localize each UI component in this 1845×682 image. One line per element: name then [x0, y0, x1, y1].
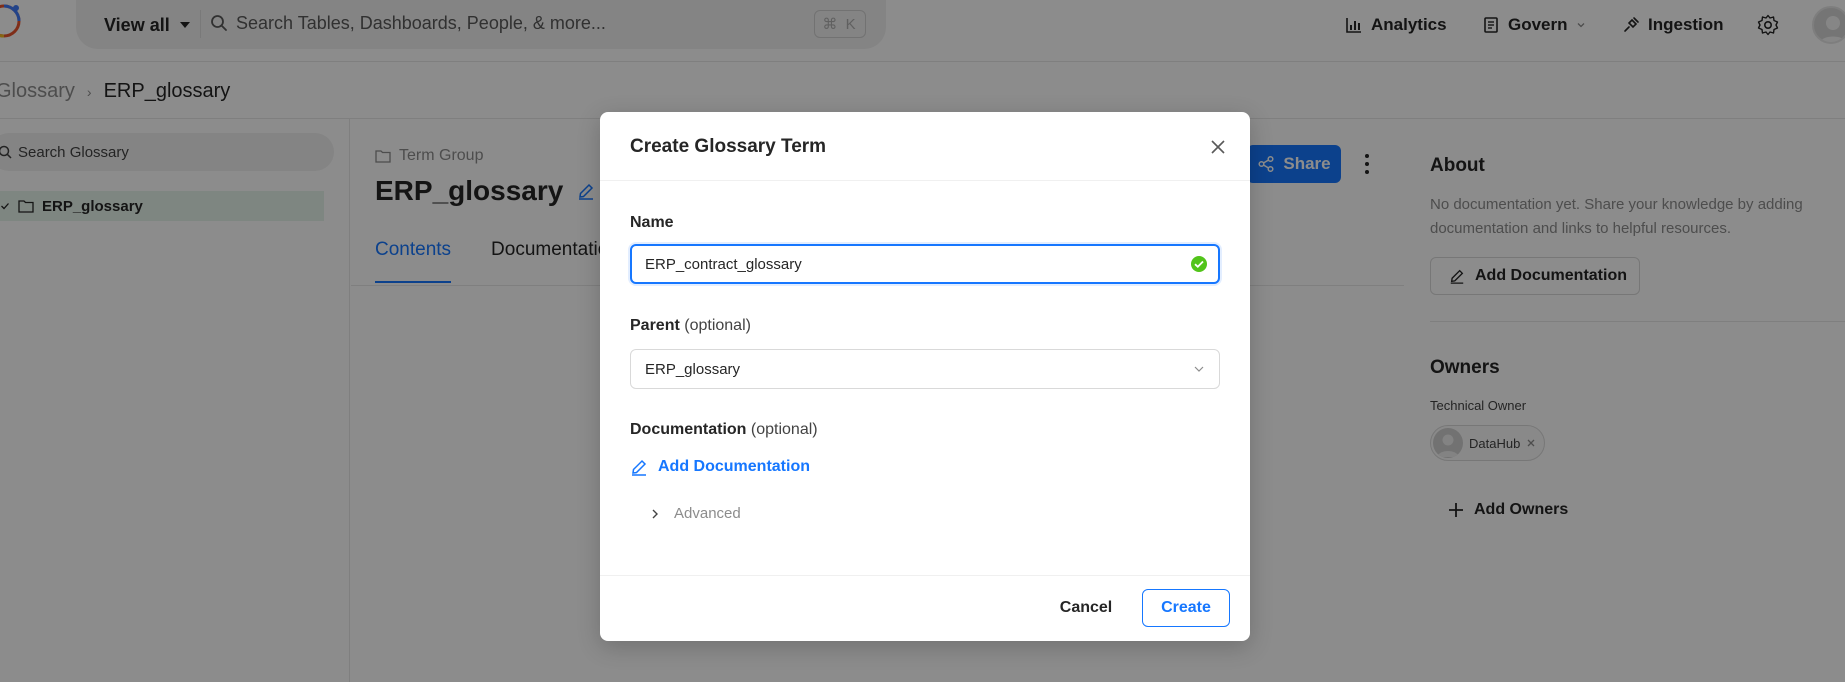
parent-label: Parent (optional) — [630, 317, 751, 335]
add-documentation-link-label: Add Documentation — [658, 458, 810, 475]
parent-label-text: Parent — [630, 317, 680, 334]
divider — [600, 575, 1250, 576]
parent-select[interactable]: ERP_glossary — [630, 349, 1220, 389]
parent-select-value: ERP_glossary — [645, 360, 741, 378]
advanced-label: Advanced — [674, 505, 741, 522]
documentation-label: Documentation (optional) — [630, 421, 818, 439]
documentation-optional: (optional) — [750, 421, 818, 438]
parent-optional: (optional) — [684, 317, 751, 334]
chevron-down-icon — [1194, 366, 1204, 372]
create-glossary-term-modal: Create Glossary Term Name Parent (option… — [600, 112, 1250, 641]
close-icon[interactable] — [1207, 136, 1229, 158]
create-button[interactable]: Create — [1142, 589, 1230, 627]
modal-title: Create Glossary Term — [630, 136, 827, 157]
check-circle-icon — [1191, 256, 1207, 272]
divider — [600, 180, 1250, 181]
name-label: Name — [630, 214, 674, 231]
pencil-icon — [632, 459, 647, 476]
add-documentation-link[interactable]: Add Documentation — [630, 458, 810, 476]
chevron-right-icon — [652, 509, 658, 518]
documentation-label-text: Documentation — [630, 421, 747, 438]
cancel-button[interactable]: Cancel — [1047, 589, 1125, 627]
name-field[interactable] — [630, 244, 1220, 284]
advanced-toggle[interactable]: Advanced — [650, 505, 741, 522]
